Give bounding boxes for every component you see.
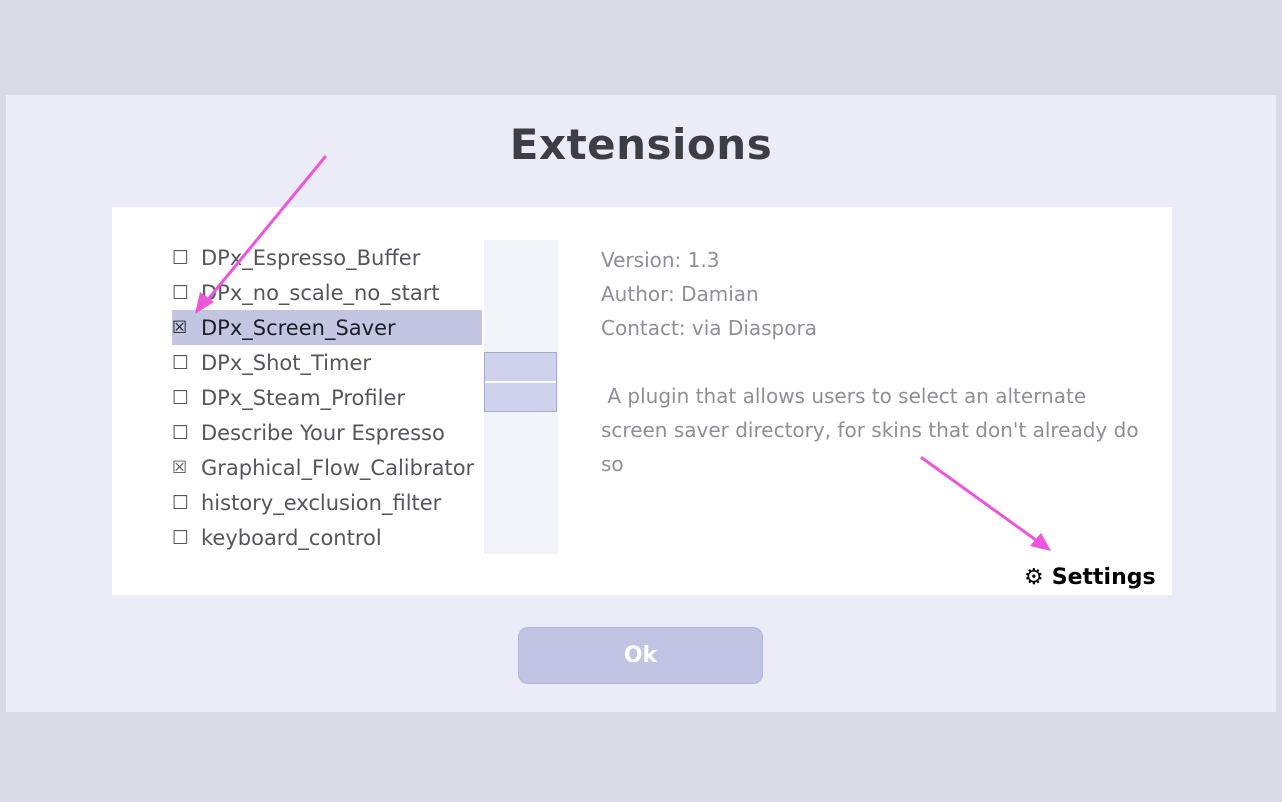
author-text: Author: Damian xyxy=(601,282,759,306)
extension-name: Describe Your Espresso xyxy=(201,420,445,445)
contact-text: Contact: via Diaspora xyxy=(601,316,817,340)
gear-icon: ⚙ xyxy=(1024,564,1044,590)
list-item[interactable]: ☐ Describe Your Espresso xyxy=(172,415,482,450)
extension-name: Graphical_Flow_Calibrator xyxy=(201,455,475,480)
settings-button[interactable]: ⚙ Settings xyxy=(1024,561,1156,593)
extension-name: history_exclusion_filter xyxy=(201,490,442,515)
checkbox-icon[interactable]: ☐ xyxy=(172,387,201,409)
extension-name: DPx_Steam_Profiler xyxy=(201,385,406,410)
extension-name: DPx_no_scale_no_start xyxy=(201,280,440,305)
extension-name: DPx_Screen_Saver xyxy=(201,315,396,340)
list-item-selected[interactable]: ☒ DPx_Screen_Saver xyxy=(172,310,482,345)
checkbox-icon[interactable]: ☐ xyxy=(172,282,201,304)
checkbox-icon[interactable]: ☐ xyxy=(172,527,201,549)
extension-name: DPx_Shot_Timer xyxy=(201,350,372,375)
checkbox-icon[interactable]: ☐ xyxy=(172,247,201,269)
checkbox-icon[interactable]: ☐ xyxy=(172,492,201,514)
checkbox-checked-icon[interactable]: ☒ xyxy=(172,458,201,478)
ok-button[interactable]: Ok xyxy=(518,627,763,684)
scrollbar-thumb-divider xyxy=(485,381,556,383)
list-item[interactable]: ☐ DPx_Espresso_Buffer xyxy=(172,240,482,275)
list-item[interactable]: ☒ Graphical_Flow_Calibrator xyxy=(172,450,482,485)
checkbox-checked-icon[interactable]: ☒ xyxy=(172,318,201,338)
settings-label: Settings xyxy=(1051,564,1156,590)
extension-name: DPx_Espresso_Buffer xyxy=(201,245,421,270)
list-item[interactable]: ☐ keyboard_control xyxy=(172,520,482,555)
list-item[interactable]: ☐ DPx_no_scale_no_start xyxy=(172,275,482,310)
dialog-title: Extensions xyxy=(509,120,773,169)
list-scrollbar[interactable] xyxy=(484,240,558,554)
checkbox-icon[interactable]: ☐ xyxy=(172,352,201,374)
description-text: A plugin that allows users to select an … xyxy=(601,384,1145,476)
extension-name: keyboard_control xyxy=(201,525,382,550)
list-item[interactable]: ☐ history_exclusion_filter xyxy=(172,485,482,520)
extensions-list[interactable]: ☐ DPx_Espresso_Buffer ☐ DPx_no_scale_no_… xyxy=(172,240,482,554)
scrollbar-thumb[interactable] xyxy=(484,352,557,412)
list-item[interactable]: ☐ DPx_Shot_Timer xyxy=(172,345,482,380)
checkbox-icon[interactable]: ☐ xyxy=(172,422,201,444)
extension-details: Version: 1.3 Author: Damian Contact: via… xyxy=(601,243,1151,481)
version-text: Version: 1.3 xyxy=(601,248,720,272)
list-item[interactable]: ☐ DPx_Steam_Profiler xyxy=(172,380,482,415)
